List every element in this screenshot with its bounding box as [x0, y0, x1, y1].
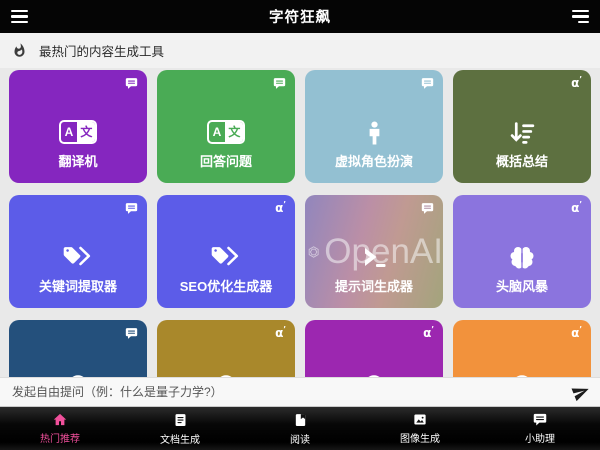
terminal-prompt-icon	[359, 245, 389, 270]
assistant-chat-icon	[532, 412, 548, 427]
translate-icon: A 文	[59, 120, 98, 144]
tab-image-gen[interactable]: 图像生成	[360, 407, 480, 450]
tab-label: 文档生成	[160, 431, 200, 446]
tool-card-translator[interactable]: A 文翻译机	[9, 70, 147, 183]
tool-card-partial-2[interactable]: α’	[157, 320, 295, 377]
hamburger-menu-button[interactable]	[0, 0, 40, 33]
tool-card-partial-1[interactable]	[9, 320, 147, 377]
section-title: 最热门的内容生成工具	[39, 41, 164, 60]
chat-badge-icon	[125, 202, 138, 215]
image-icon	[412, 412, 428, 427]
tool-card-keyword-extractor[interactable]: 关键词提取器	[9, 195, 147, 308]
tool-grid-viewport: A 文翻译机 A 文回答问题 虚拟角色扮演 α’ 概括总结 关键词提取器 α’ SE…	[0, 68, 600, 377]
tool-grid: A 文翻译机 A 文回答问题 虚拟角色扮演 α’ 概括总结 关键词提取器 α’ SE…	[0, 68, 600, 377]
chat-badge-icon	[125, 77, 138, 90]
alpha-badge-icon: α’	[423, 326, 434, 340]
app-header: 字符狂飙	[0, 0, 600, 33]
tab-bar: 热门推荐 文档生成 阅读 图像生成 小助理	[0, 407, 600, 450]
tab-hot[interactable]: 热门推荐	[0, 407, 120, 450]
tool-card-label: 虚拟角色扮演	[305, 151, 443, 170]
alpha-badge-icon: α’	[571, 201, 582, 215]
tab-docs[interactable]: 文档生成	[120, 407, 240, 450]
book-icon	[293, 412, 308, 428]
tool-card-partial-3[interactable]: α’	[305, 320, 443, 377]
tool-card-brainstorm[interactable]: α’ 头脑风暴	[453, 195, 591, 308]
tool-card-label: 回答问题	[157, 151, 295, 170]
tab-label: 热门推荐	[40, 430, 80, 445]
tool-card-label: 关键词提取器	[9, 276, 147, 295]
tags-icon	[63, 245, 93, 270]
person-icon	[362, 120, 387, 147]
alpha-badge-icon: α’	[275, 326, 286, 340]
section-header: 最热门的内容生成工具	[0, 33, 600, 68]
page-title: 字符狂飙	[269, 6, 331, 27]
tool-card-roleplay[interactable]: 虚拟角色扮演	[305, 70, 443, 183]
tab-label: 阅读	[290, 431, 310, 446]
chat-badge-icon	[273, 77, 286, 90]
notes-menu-button[interactable]	[560, 0, 600, 33]
tool-card-answer-questions[interactable]: A 文回答问题	[157, 70, 295, 183]
chat-badge-icon	[421, 77, 434, 90]
document-icon	[173, 412, 188, 428]
app-screen: 字符狂飙 最热门的内容生成工具 A 文翻译机 A 文回答问题 虚拟角色扮演 α’ …	[0, 0, 600, 450]
notes-list-icon	[572, 10, 589, 23]
tool-card-partial-4[interactable]: α’	[453, 320, 591, 377]
alpha-badge-icon: α’	[275, 201, 286, 215]
composer-bar	[0, 377, 600, 407]
tab-reading[interactable]: 阅读	[240, 407, 360, 450]
translate-icon: A 文	[207, 120, 246, 144]
chat-badge-icon	[125, 327, 138, 340]
home-icon	[52, 412, 68, 427]
tags-icon	[211, 245, 241, 270]
tool-card-label: 提示词生成器	[305, 276, 443, 295]
free-question-input[interactable]	[10, 384, 570, 400]
tab-assistant[interactable]: 小助理	[480, 407, 600, 450]
alpha-badge-icon: α’	[571, 76, 582, 90]
tool-card-label: 概括总结	[453, 151, 591, 170]
tab-label: 图像生成	[400, 430, 440, 445]
tool-card-seo-generator[interactable]: α’ SEO优化生成器	[157, 195, 295, 308]
summarize-icon	[509, 120, 536, 146]
tool-card-summarize[interactable]: α’ 概括总结	[453, 70, 591, 183]
send-button[interactable]	[570, 381, 592, 403]
fire-icon	[12, 42, 27, 59]
send-plane-icon	[569, 380, 592, 403]
tool-card-label: 头脑风暴	[453, 276, 591, 295]
hamburger-menu-icon	[11, 10, 28, 23]
brain-icon	[508, 245, 536, 271]
alpha-badge-icon: α’	[571, 326, 582, 340]
tab-label: 小助理	[525, 430, 555, 445]
chat-badge-icon	[421, 202, 434, 215]
tool-card-prompt-generator[interactable]: OpenAI 提示词生成器	[305, 195, 443, 308]
tool-card-label: 翻译机	[9, 151, 147, 170]
tool-card-label: SEO优化生成器	[157, 276, 295, 295]
